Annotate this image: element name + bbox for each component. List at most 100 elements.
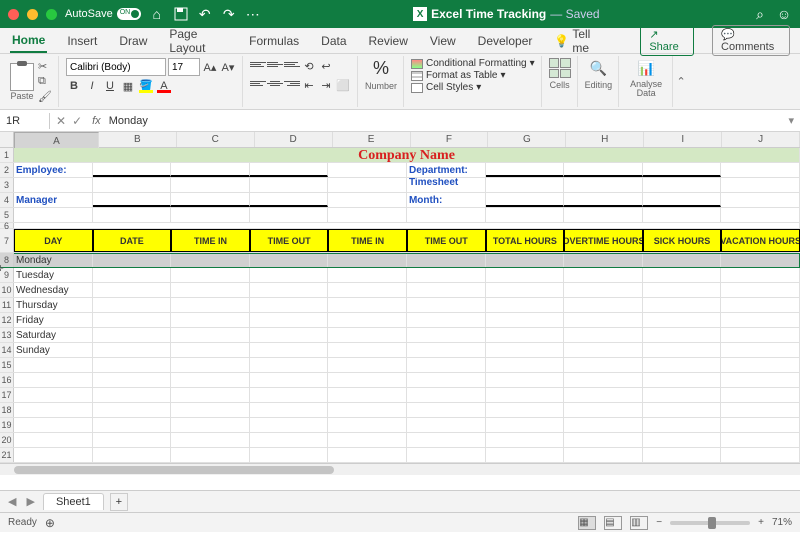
home-icon[interactable]: ⌂: [149, 6, 165, 22]
header-cell[interactable]: SICK HOURS: [643, 229, 722, 252]
employee-label-cell[interactable]: Employee:: [14, 163, 93, 177]
row-number[interactable]: 6: [0, 223, 14, 228]
fill-color-button[interactable]: 🪣: [138, 78, 154, 94]
row-number[interactable]: 15: [0, 358, 14, 372]
row-number[interactable]: 3: [0, 178, 14, 192]
tab-review[interactable]: Review: [367, 30, 410, 52]
tab-developer[interactable]: Developer: [476, 30, 535, 52]
font-size-select[interactable]: [168, 58, 200, 76]
border-button[interactable]: ▦: [120, 78, 136, 94]
col-header[interactable]: F: [411, 132, 489, 147]
expand-formula-bar-icon[interactable]: ▾: [782, 114, 800, 127]
paste-icon[interactable]: [10, 63, 34, 91]
underline-button[interactable]: U: [102, 78, 118, 94]
name-box[interactable]: 1R: [0, 113, 50, 129]
align-bottom-icon[interactable]: [284, 58, 300, 70]
font-color-button[interactable]: A: [156, 78, 172, 94]
italic-button[interactable]: I: [84, 78, 100, 94]
tab-view[interactable]: View: [428, 30, 458, 52]
copy-icon[interactable]: ⧉: [38, 75, 52, 88]
row-number[interactable]: 14: [0, 343, 14, 357]
tab-formulas[interactable]: Formulas: [247, 30, 301, 52]
header-cell[interactable]: TOTAL HOURS: [486, 229, 565, 252]
redo-icon[interactable]: ↷: [221, 6, 237, 22]
window-zoom-button[interactable]: [46, 9, 57, 20]
analyse-icon[interactable]: 📊: [636, 58, 656, 78]
row-number[interactable]: 1: [0, 148, 14, 162]
manager-label-cell[interactable]: Manager: [14, 193, 93, 207]
share-button[interactable]: ↗ Share: [640, 25, 694, 56]
comments-button[interactable]: 💬 Comments: [712, 25, 790, 56]
header-cell[interactable]: OVERTIME HOURS: [564, 229, 643, 252]
col-header[interactable]: C: [177, 132, 255, 147]
department-label-cell[interactable]: Department:: [407, 163, 486, 177]
accessibility-icon[interactable]: ⊕: [45, 516, 55, 530]
row-number[interactable]: 4: [0, 193, 14, 207]
align-right-icon[interactable]: [284, 77, 300, 89]
cut-icon[interactable]: ✂: [38, 60, 52, 73]
undo-icon[interactable]: ↶: [197, 6, 213, 22]
row-number[interactable]: 20: [0, 433, 14, 447]
header-cell[interactable]: TIME OUT: [250, 229, 329, 252]
page-break-view-button[interactable]: ▥: [630, 516, 648, 530]
col-header[interactable]: G: [488, 132, 566, 147]
zoom-level[interactable]: 71%: [772, 517, 792, 528]
increase-indent-icon[interactable]: ⇥: [318, 77, 334, 93]
col-header[interactable]: I: [644, 132, 722, 147]
col-header[interactable]: B: [99, 132, 177, 147]
horizontal-scrollbar[interactable]: [0, 463, 800, 475]
zoom-thumb[interactable]: [708, 517, 716, 529]
add-sheet-button[interactable]: +: [110, 493, 128, 511]
header-cell[interactable]: DATE: [93, 229, 172, 252]
zoom-slider[interactable]: [670, 521, 750, 525]
tab-insert[interactable]: Insert: [65, 30, 99, 52]
zoom-in-button[interactable]: +: [758, 517, 764, 528]
tab-page-layout[interactable]: Page Layout: [167, 23, 229, 59]
formula-input[interactable]: Monday: [105, 113, 783, 129]
bold-button[interactable]: B: [66, 78, 82, 94]
font-name-select[interactable]: [66, 58, 166, 76]
header-cell[interactable]: TIME OUT: [407, 229, 486, 252]
header-cell[interactable]: VACATION HOURS: [721, 229, 800, 252]
find-icon[interactable]: 🔍: [588, 58, 608, 78]
header-cell[interactable]: DAY: [14, 229, 93, 252]
row-number[interactable]: 16: [0, 373, 14, 387]
day-cell[interactable]: Monday: [14, 253, 93, 267]
day-cell[interactable]: Tuesday: [14, 268, 93, 282]
increase-font-icon[interactable]: A▴: [202, 59, 218, 75]
decrease-font-icon[interactable]: A▾: [220, 59, 236, 75]
fx-label[interactable]: fx: [88, 115, 105, 127]
cells-icon[interactable]: [549, 58, 571, 78]
row-number[interactable]: 8✛: [0, 253, 14, 267]
header-cell[interactable]: TIME IN: [328, 229, 407, 252]
cancel-icon[interactable]: ✕: [56, 114, 66, 128]
row-number[interactable]: 10: [0, 283, 14, 297]
row-number[interactable]: 2: [0, 163, 14, 177]
row-number[interactable]: 12: [0, 313, 14, 327]
day-cell[interactable]: Friday: [14, 313, 93, 327]
col-header[interactable]: E: [333, 132, 411, 147]
day-cell[interactable]: Saturday: [14, 328, 93, 342]
zoom-out-button[interactable]: −: [656, 517, 662, 528]
row-number[interactable]: 7: [0, 229, 14, 252]
sheet-nav-next-icon[interactable]: ▶: [24, 495, 36, 508]
collapse-ribbon-icon[interactable]: ⌃: [674, 56, 688, 107]
cell-styles-button[interactable]: Cell Styles▾: [411, 82, 535, 93]
row-number[interactable]: 5: [0, 208, 14, 222]
enter-icon[interactable]: ✓: [72, 114, 82, 128]
search-icon[interactable]: ⌕: [752, 6, 768, 22]
header-cell[interactable]: TIME IN: [171, 229, 250, 252]
spreadsheet-grid[interactable]: A B C D E F G H I J 1 Company Name 2 Emp…: [0, 132, 800, 490]
merge-icon[interactable]: ⬜: [335, 77, 351, 93]
window-close-button[interactable]: [8, 9, 19, 20]
row-number[interactable]: 13: [0, 328, 14, 342]
row-number[interactable]: 21: [0, 448, 14, 462]
percent-icon[interactable]: %: [373, 58, 389, 79]
sheet-nav-prev-icon[interactable]: ◀: [6, 495, 18, 508]
month-label-cell[interactable]: Month:: [407, 193, 486, 207]
decrease-indent-icon[interactable]: ⇤: [301, 77, 317, 93]
day-cell[interactable]: Sunday: [14, 343, 93, 357]
scrollbar-thumb[interactable]: [14, 466, 334, 474]
select-all-corner[interactable]: [0, 132, 14, 147]
tab-home[interactable]: Home: [10, 29, 47, 53]
